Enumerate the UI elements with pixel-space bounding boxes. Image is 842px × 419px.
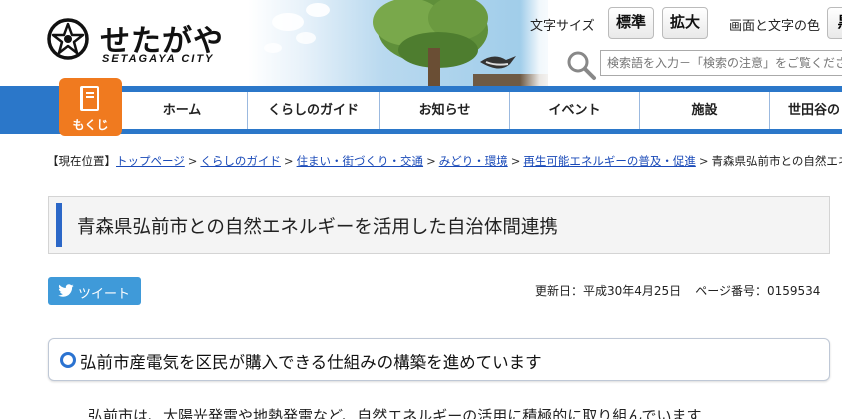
nav-item-home[interactable]: ホーム bbox=[116, 92, 248, 129]
header-tools: 文字サイズ 標準 拡大 画面と文字の色 黒 bbox=[520, 0, 842, 88]
mokuji-label: もくじ bbox=[72, 118, 109, 132]
site-logo[interactable]: せたがや SETAGAYA CITY bbox=[46, 14, 246, 66]
breadcrumb-link[interactable]: 再生可能エネルギーの普及・促進 bbox=[523, 154, 696, 168]
color-setting-label: 画面と文字の色 bbox=[729, 19, 821, 34]
breadcrumb-link[interactable]: みどり・環境 bbox=[439, 154, 508, 168]
header-photo bbox=[248, 0, 548, 88]
nav-item-events[interactable]: イベント bbox=[510, 92, 640, 129]
breadcrumb-separator: > bbox=[698, 154, 709, 168]
page-meta: 更新日：平成30年4月25日 ページ番号：0159534 bbox=[535, 282, 820, 299]
page-number: ページ番号：0159534 bbox=[695, 284, 821, 298]
nav-item-facilities[interactable]: 施設 bbox=[640, 92, 770, 129]
breadcrumb-separator: > bbox=[426, 154, 436, 168]
font-size-label: 文字サイズ bbox=[530, 19, 595, 34]
breadcrumb-current: 青森県弘前市との自然エネルギ bbox=[711, 154, 842, 168]
section-heading-box: 弘前市産電気を区民が購入できる仕組みの構築を進めています bbox=[48, 338, 830, 381]
tweet-button[interactable]: ツイート bbox=[48, 277, 141, 305]
breadcrumb-link[interactable]: トップページ bbox=[116, 154, 185, 168]
breadcrumb-link[interactable]: 住まい・街づくり・交通 bbox=[297, 154, 424, 168]
updated-date: 更新日：平成30年4月25日 bbox=[535, 284, 682, 298]
nav-item-news[interactable]: お知らせ bbox=[380, 92, 510, 129]
global-nav-menu: ホーム くらしのガイド お知らせ イベント 施設 世田谷の bbox=[116, 92, 842, 129]
body-paragraph: 弘前市は、太陽光発電や地熱発電など、自然エネルギーの活用に積極的に取り組んでいま… bbox=[88, 407, 702, 419]
search-icon[interactable] bbox=[564, 48, 598, 82]
breadcrumb-link[interactable]: くらしのガイド bbox=[200, 154, 281, 168]
circle-bullet-icon bbox=[60, 352, 76, 368]
font-size-standard-button[interactable]: 標準 bbox=[608, 7, 654, 39]
book-icon bbox=[80, 86, 99, 111]
city-emblem-icon bbox=[47, 18, 89, 60]
nav-item-living-guide[interactable]: くらしのガイド bbox=[248, 92, 380, 129]
nav-item-setagaya[interactable]: 世田谷の bbox=[770, 92, 842, 129]
page-title: 青森県弘前市との自然エネルギーを活用した自治体間連携 bbox=[77, 217, 558, 238]
page: せたがや SETAGAYA CITY 文字サイズ 標準 拡大 画面と文字の色 検… bbox=[0, 0, 842, 419]
breadcrumb-separator: > bbox=[510, 154, 521, 168]
section-heading: 弘前市産電気を区民が購入できる仕組みの構築を進めています bbox=[80, 353, 542, 372]
site-header: せたがや SETAGAYA CITY 文字サイズ 標準 拡大 画面と文字の色 検… bbox=[0, 0, 842, 88]
page-title-box: 青森県弘前市との自然エネルギーを活用した自治体間連携 bbox=[48, 196, 830, 254]
title-accent-bar bbox=[56, 203, 62, 247]
twitter-bird-icon bbox=[58, 284, 74, 297]
breadcrumb-prefix: 【現在位置】 bbox=[47, 154, 116, 168]
search-input[interactable] bbox=[600, 50, 842, 76]
color-black-button[interactable]: 黒 bbox=[827, 7, 842, 39]
logo-subtitle: SETAGAYA CITY bbox=[102, 53, 215, 65]
global-nav: ホーム くらしのガイド お知らせ イベント 施設 世田谷の bbox=[0, 86, 842, 134]
breadcrumb: 【現在位置】トップページ > くらしのガイド > 住まい・街づくり・交通 > みどり・環境 >… bbox=[47, 153, 842, 169]
breadcrumb-separator: > bbox=[187, 154, 198, 168]
tree-photo-image bbox=[264, 0, 548, 88]
mokuji-button[interactable]: もくじ bbox=[59, 78, 122, 136]
tweet-label: ツイート bbox=[78, 287, 131, 302]
font-size-large-button[interactable]: 拡大 bbox=[662, 7, 708, 39]
breadcrumb-separator: > bbox=[283, 154, 294, 168]
